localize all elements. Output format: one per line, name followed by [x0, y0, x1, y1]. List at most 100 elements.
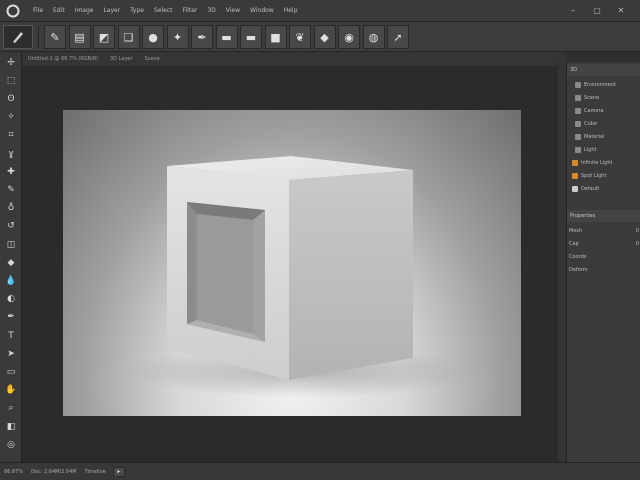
wand-tool-icon[interactable]: ✧: [3, 111, 19, 125]
property-row[interactable]: Deform: [569, 265, 639, 275]
layer-label: Infinite Light: [581, 160, 613, 166]
option-brush-button[interactable]: ✎: [44, 25, 66, 49]
property-row[interactable]: Coords: [569, 252, 639, 262]
document-canvas[interactable]: [63, 110, 521, 416]
layer-label: Camera: [584, 108, 604, 114]
option-camera-button[interactable]: ◍: [362, 25, 385, 49]
arrow-icon: ➚: [393, 30, 403, 44]
options-separator: [38, 26, 39, 48]
property-value[interactable]: 0: [636, 228, 639, 234]
sphere-icon: ●: [148, 30, 158, 44]
menu-select[interactable]: Select: [149, 7, 178, 14]
crop-tool-icon[interactable]: ⌗: [3, 129, 19, 143]
property-value[interactable]: 0: [636, 241, 639, 247]
option-bird-button[interactable]: ✦: [166, 25, 189, 49]
blur-tool-icon[interactable]: 💧: [3, 274, 19, 288]
close-icon[interactable]: ✕: [614, 3, 628, 17]
layers-panel-header[interactable]: 3D: [567, 64, 640, 76]
layer-row[interactable]: Material: [569, 132, 639, 142]
menu-help[interactable]: Help: [279, 7, 303, 14]
zoom-tool-icon[interactable]: ⌕: [3, 402, 19, 416]
tool-preset-picker[interactable]: [3, 25, 33, 49]
option-wood-button[interactable]: ◉: [338, 25, 360, 49]
tab-document[interactable]: Untitled-1 @ 66.7% (RGB/8): [22, 56, 104, 62]
zoom-level[interactable]: 66.67%: [0, 469, 27, 475]
timeline-label[interactable]: Timeline: [81, 469, 110, 475]
menu-view[interactable]: View: [221, 7, 245, 14]
option-pen-button[interactable]: ✒: [191, 25, 213, 49]
status-arrow-icon[interactable]: ▸: [112, 466, 125, 477]
maximize-icon[interactable]: ▢: [590, 3, 604, 17]
layer-row[interactable]: Default: [569, 184, 639, 194]
layer-thumbnail-icon: [575, 121, 581, 127]
layer-label: Spot Light: [581, 173, 607, 179]
menu-file[interactable]: File: [28, 7, 48, 14]
ribbon-icon: ▬: [245, 30, 257, 44]
option-folder-button[interactable]: ■: [264, 25, 287, 49]
stamp-tool-icon[interactable]: ♁: [3, 202, 19, 216]
option-arrow-button[interactable]: ➚: [387, 25, 409, 49]
minimize-icon[interactable]: –: [566, 3, 580, 17]
option-sphere-button[interactable]: ●: [142, 25, 164, 49]
layer-row[interactable]: Spot Light: [569, 171, 639, 181]
pen-tool-icon[interactable]: ✒: [3, 311, 19, 325]
right-panels: 3D Environment Scene Camera Cube Material Lig…: [566, 62, 640, 462]
layer-row[interactable]: Cube: [569, 119, 639, 129]
tab-3d-layer[interactable]: 3D Layer: [104, 56, 139, 62]
path-tool-icon[interactable]: ➤: [3, 347, 19, 361]
bird-icon: ✦: [172, 30, 183, 44]
layer-label: Material: [584, 134, 605, 140]
move-tool-icon[interactable]: ✢: [3, 56, 19, 70]
canvas-area[interactable]: [22, 66, 558, 462]
layer-row[interactable]: Environment: [569, 80, 639, 90]
quickmask-icon[interactable]: ◎: [3, 438, 19, 452]
property-row[interactable]: Cap 0: [569, 239, 639, 249]
option-paint-button[interactable]: ◆: [313, 25, 336, 49]
property-row[interactable]: Mesh 0: [569, 226, 639, 236]
layer-row[interactable]: Scene: [569, 93, 639, 103]
fill-tool-icon[interactable]: ◆: [3, 256, 19, 270]
option-layers-button[interactable]: ❏: [117, 25, 140, 49]
option-gradient-button[interactable]: ▬: [215, 25, 238, 49]
brush-tool-icon[interactable]: ✎: [3, 183, 19, 197]
properties-panel-header[interactable]: Properties: [567, 210, 640, 222]
gradient-icon: ▬: [221, 30, 232, 44]
marquee-tool-icon[interactable]: ⬚: [3, 74, 19, 88]
eyedropper-tool-icon[interactable]: ɣ: [3, 147, 19, 161]
layer-thumbnail-icon: [575, 134, 581, 140]
colors-icon[interactable]: ◧: [3, 420, 19, 434]
app-logo-icon[interactable]: [4, 2, 22, 20]
history-tool-icon[interactable]: ↺: [3, 220, 19, 234]
menu-edit[interactable]: Edit: [48, 7, 70, 14]
eraser-tool-icon[interactable]: ◫: [3, 238, 19, 252]
document-icon: ▤: [74, 30, 85, 44]
heal-tool-icon[interactable]: ✚: [3, 165, 19, 179]
option-ribbon-button[interactable]: ▬: [240, 25, 262, 49]
menu-layer[interactable]: Layer: [98, 7, 125, 14]
layer-thumbnail-icon: [575, 95, 581, 101]
status-bar: 66.67% Doc: 2.64M/2.64M Timeline ▸: [0, 462, 640, 480]
menu-window[interactable]: Window: [245, 7, 279, 14]
option-document-button[interactable]: ▤: [68, 25, 91, 49]
brush-preset-icon: [13, 32, 23, 43]
properties-panel-title: Properties: [570, 213, 596, 219]
option-swatch-button[interactable]: ◩: [93, 25, 115, 49]
layer-row[interactable]: Camera: [569, 106, 639, 116]
option-leaf-button[interactable]: ❦: [289, 25, 311, 49]
layers-icon: ❏: [123, 30, 134, 44]
cube-side-face: [289, 170, 413, 380]
layer-row[interactable]: Light: [569, 145, 639, 155]
type-tool-icon[interactable]: T: [3, 329, 19, 343]
tab-scene[interactable]: Scene: [139, 56, 166, 62]
shape-tool-icon[interactable]: ▭: [3, 365, 19, 379]
layer-row[interactable]: Infinite Light: [569, 158, 639, 168]
hand-tool-icon[interactable]: ✋: [3, 384, 19, 398]
dodge-tool-icon[interactable]: ◐: [3, 293, 19, 307]
menu-filter[interactable]: Filter: [178, 7, 203, 14]
layer-thumbnail-icon: [572, 173, 578, 179]
wood-icon: ◉: [344, 30, 354, 44]
menu-3d[interactable]: 3D: [202, 7, 220, 14]
lasso-tool-icon[interactable]: ʘ: [3, 92, 19, 106]
menu-type[interactable]: Type: [125, 7, 149, 14]
menu-image[interactable]: Image: [70, 7, 99, 14]
